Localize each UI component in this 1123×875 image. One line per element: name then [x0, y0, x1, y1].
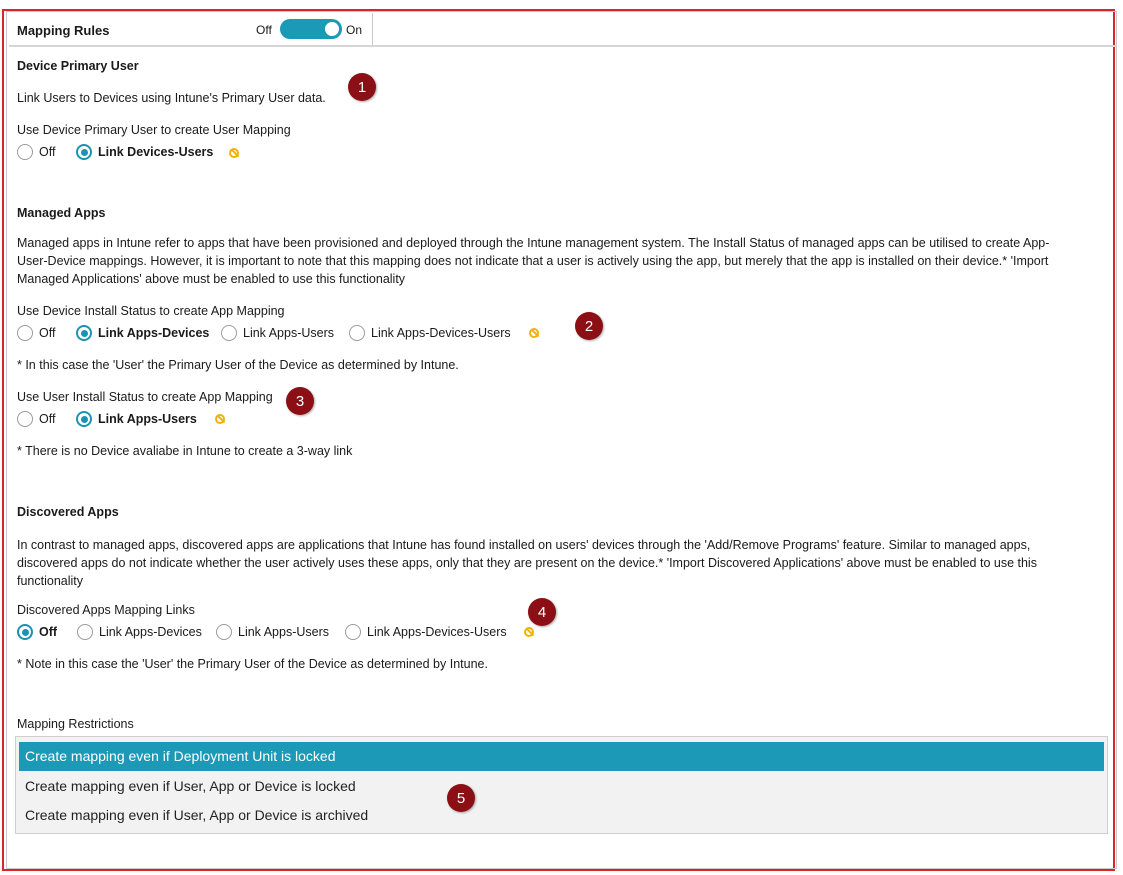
mapping-restrictions-label: Mapping Restrictions [17, 717, 134, 731]
radio-discovered-link-apps-devices-users[interactable]: Link Apps-Devices-Users [345, 622, 507, 642]
device-primary-user-option-label: Use Device Primary User to create User M… [17, 123, 291, 137]
discovered-apps-description-line-3: functionality [17, 574, 84, 588]
radio-dpu-off[interactable]: Off [17, 142, 55, 162]
callout-badge: 3 [286, 387, 314, 415]
radio-circle [76, 144, 92, 160]
radio-circle [221, 325, 237, 341]
list-item[interactable]: Create mapping even if User, App or Devi… [19, 772, 1104, 801]
section-title-managed-apps: Managed Apps [17, 206, 106, 220]
radio-circle [76, 411, 92, 427]
managed-apps-description-line-3: Managed Applications' above must be enab… [17, 272, 406, 286]
toggle-on-label: On [346, 23, 363, 37]
toggle-off-label: Off [256, 23, 272, 37]
toggle-knob [325, 22, 339, 36]
radio-circle [216, 624, 232, 640]
radio-device-install-off[interactable]: Off [17, 323, 55, 343]
radio-circle [349, 325, 365, 341]
discovered-apps-description-line-1: In contrast to managed apps, discovered … [17, 538, 1031, 552]
radio-circle [77, 624, 93, 640]
radio-discovered-link-apps-users[interactable]: Link Apps-Users [216, 622, 329, 642]
user-install-note: * There is no Device avaliabe in Intune … [17, 444, 353, 458]
radio-user-install-off[interactable]: Off [17, 409, 55, 429]
radio-circle [345, 624, 361, 640]
device-install-note: * In this case the 'User' the Primary Us… [17, 358, 459, 372]
list-item[interactable]: Create mapping even if User, App or Devi… [19, 801, 1104, 830]
section-title-device-primary-user: Device Primary User [17, 59, 139, 73]
list-item[interactable]: Create mapping even if Deployment Unit i… [19, 742, 1104, 771]
radio-circle [17, 624, 33, 640]
user-install-label: Use User Install Status to create App Ma… [17, 390, 273, 404]
radio-user-install-link-apps-users[interactable]: Link Apps-Users [76, 409, 197, 429]
mapping-restrictions-list[interactable]: Create mapping even if Deployment Unit i… [15, 736, 1108, 834]
device-primary-user-description: Link Users to Devices using Intune's Pri… [17, 91, 326, 105]
radio-device-install-link-apps-devices[interactable]: Link Apps-Devices [76, 323, 209, 343]
radio-device-install-link-apps-users[interactable]: Link Apps-Users [221, 323, 334, 343]
callout-badge: 1 [348, 73, 376, 101]
device-install-label: Use Device Install Status to create App … [17, 304, 285, 318]
managed-apps-description-line-2: User-Device mappings. However, it is imp… [17, 254, 1049, 268]
discovered-apps-description-line-2: discovered apps do not indicate whether … [17, 556, 1037, 570]
discovered-links-note: * Note in this case the 'User' the Prima… [17, 657, 488, 671]
header-divider [9, 45, 1116, 47]
radio-dpu-link-devices-users[interactable]: Link Devices-Users [76, 142, 213, 162]
radio-circle [17, 325, 33, 341]
radio-device-install-link-apps-devices-users[interactable]: Link Apps-Devices-Users [349, 323, 511, 343]
radio-circle [76, 325, 92, 341]
section-title-discovered-apps: Discovered Apps [17, 505, 119, 519]
page-title: Mapping Rules [17, 23, 110, 38]
discovered-links-label: Discovered Apps Mapping Links [17, 603, 195, 617]
callout-badge: 4 [528, 598, 556, 626]
warning-ban-icon [524, 627, 534, 637]
radio-discovered-link-apps-devices[interactable]: Link Apps-Devices [77, 622, 202, 642]
radio-circle [17, 144, 33, 160]
radio-discovered-off[interactable]: Off [17, 622, 57, 642]
callout-badge: 5 [447, 784, 475, 812]
mapping-rules-toggle[interactable] [280, 19, 342, 39]
managed-apps-description-line-1: Managed apps in Intune refer to apps tha… [17, 236, 1050, 250]
radio-circle [17, 411, 33, 427]
warning-ban-icon [215, 414, 225, 424]
warning-ban-icon [229, 148, 239, 158]
warning-ban-icon [529, 328, 539, 338]
callout-badge: 2 [575, 312, 603, 340]
